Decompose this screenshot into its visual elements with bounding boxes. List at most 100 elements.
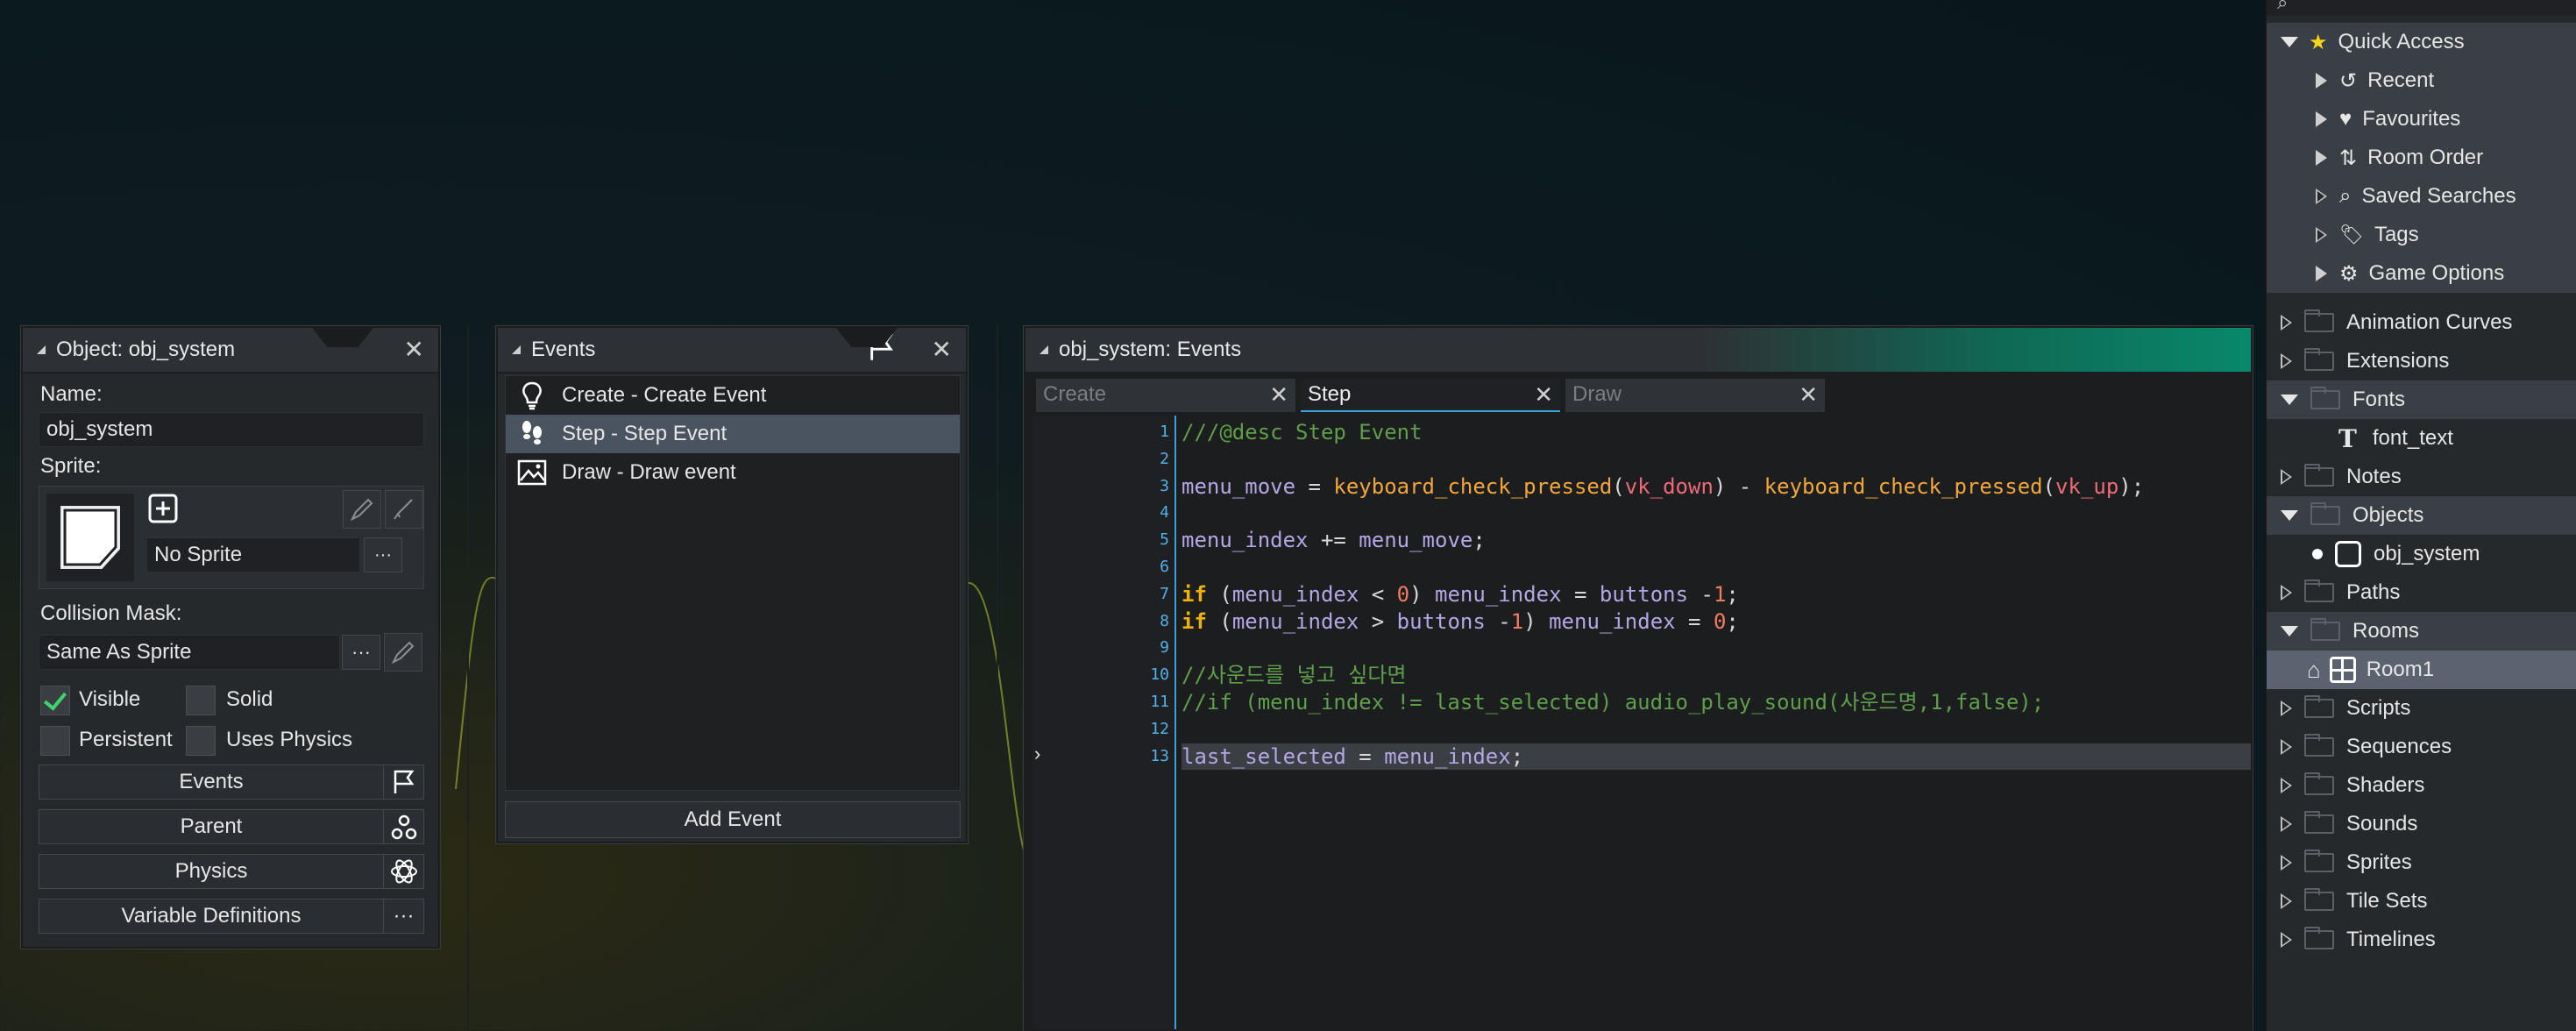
- event-list: Create - Create Event Step - Step Event …: [505, 375, 961, 791]
- code-text-area[interactable]: ///@desc Step Event menu_move = keyboard…: [1182, 416, 2251, 1029]
- close-icon[interactable]: ✕: [1534, 381, 1553, 409]
- tree-item-recent[interactable]: ↺ Recent: [2267, 61, 2576, 100]
- physics-button[interactable]: Physics: [39, 854, 424, 889]
- tab-label: Draw: [1572, 382, 1622, 406]
- tree-folder-scripts[interactable]: Scripts: [2267, 689, 2576, 728]
- paintbrush-icon: [394, 499, 413, 520]
- object-panel-title-bar[interactable]: Object: obj_system ✕: [23, 328, 438, 373]
- code-token: <: [1359, 581, 1397, 607]
- visible-checkbox[interactable]: [40, 686, 70, 715]
- code-token: keyboard_check_pressed: [1763, 473, 2043, 499]
- code-token: menu_index: [1384, 743, 1511, 769]
- tab-step[interactable]: Step ✕: [1301, 379, 1560, 412]
- parent-button[interactable]: Parent: [39, 809, 424, 844]
- tree-folder-sprites[interactable]: Sprites: [2267, 843, 2576, 882]
- add-event-label: Add Event: [684, 807, 782, 831]
- code-editor-title-bar[interactable]: obj_system: Events: [1025, 328, 2251, 373]
- tree-folder-shaders[interactable]: Shaders: [2267, 766, 2576, 805]
- close-icon[interactable]: ✕: [932, 338, 952, 362]
- name-field[interactable]: obj_system: [39, 412, 424, 447]
- add-event-button[interactable]: Add Event: [505, 801, 961, 838]
- tree-folder-fonts[interactable]: Fonts: [2267, 380, 2576, 419]
- code-token: 1: [1510, 608, 1524, 634]
- tree-item-obj-system[interactable]: obj_system: [2267, 535, 2576, 573]
- code-token: ///@desc Step Event: [1182, 420, 1423, 444]
- collision-mask-field[interactable]: Same As Sprite: [39, 635, 340, 670]
- object-panel: Object: obj_system ✕ Name: obj_system Sp…: [21, 326, 440, 949]
- sprite-browse-button[interactable]: ···: [364, 537, 402, 572]
- collapse-icon[interactable]: [37, 345, 46, 354]
- flag-icon: [383, 765, 423, 799]
- tree-item-saved-searches[interactable]: ⌕ Saved Searches: [2267, 177, 2576, 216]
- tree-label: Sounds: [2346, 812, 2418, 835]
- persistent-checkbox[interactable]: [40, 726, 70, 756]
- collapse-icon[interactable]: [512, 345, 521, 354]
- tab-create[interactable]: Create ✕: [1036, 379, 1295, 412]
- expand-icon: [2281, 700, 2292, 716]
- expand-icon: [2281, 778, 2292, 793]
- folder-icon: [2304, 464, 2334, 487]
- code-line: if (menu_index > buttons -1) menu_index …: [1182, 608, 2251, 636]
- tree-item-room1[interactable]: ⌂ Room1: [2267, 651, 2576, 689]
- variable-definitions-button[interactable]: Variable Definitions ···: [39, 899, 424, 934]
- tree-item-room-order[interactable]: ⇅ Room Order: [2267, 139, 2576, 177]
- close-icon[interactable]: ✕: [1799, 381, 1818, 409]
- uses-physics-checkbox[interactable]: [186, 726, 216, 756]
- search-input[interactable]: ⌕: [2267, 0, 2576, 16]
- sprite-field[interactable]: No Sprite: [146, 537, 360, 572]
- tree-folder-sequences[interactable]: Sequences: [2267, 728, 2576, 766]
- expand-icon: [2281, 816, 2292, 832]
- close-icon[interactable]: ✕: [404, 338, 424, 362]
- tree-label: Game Options: [2368, 261, 2505, 285]
- tree-quick-access[interactable]: ★ Quick Access: [2267, 23, 2576, 61]
- solid-checkbox[interactable]: [186, 686, 216, 715]
- collision-mask-browse-button[interactable]: ···: [342, 635, 380, 670]
- event-item-step[interactable]: Step - Step Event: [506, 415, 960, 453]
- tree-item-favourites[interactable]: ♥ Favourites: [2267, 100, 2576, 139]
- event-item-draw[interactable]: Draw - Draw event: [506, 453, 960, 492]
- atom-icon: [383, 855, 423, 888]
- tree-label: Rooms: [2352, 619, 2420, 643]
- lightbulb-icon: [514, 380, 550, 410]
- tab-draw[interactable]: Draw ✕: [1565, 379, 1825, 412]
- code-token: vk_down: [1624, 473, 1714, 499]
- collision-mask-value: Same As Sprite: [46, 640, 192, 664]
- code-token: 0: [1396, 581, 1410, 607]
- events-button[interactable]: Events: [39, 764, 424, 800]
- font-icon: T: [2338, 423, 2357, 453]
- event-item-create[interactable]: Create - Create Event: [506, 376, 960, 415]
- edit-sprite-alt-button[interactable]: [385, 490, 423, 529]
- sprite-preview[interactable]: [46, 494, 134, 581]
- code-token: >: [1359, 608, 1397, 634]
- tree-folder-timelines[interactable]: Timelines: [2267, 921, 2576, 959]
- tree-label: Recent: [2367, 68, 2435, 92]
- code-token: ;: [1510, 743, 1524, 769]
- solid-label: Solid: [226, 687, 273, 711]
- tab-label: Step: [1308, 382, 1352, 406]
- tree-item-game-options[interactable]: ⚙ Game Options: [2267, 254, 2576, 293]
- edit-sprite-button[interactable]: [343, 490, 381, 529]
- tree-folder-animation-curves[interactable]: Animation Curves: [2267, 303, 2576, 342]
- tree-folder-extensions[interactable]: Extensions: [2267, 342, 2576, 380]
- tree-folder-rooms[interactable]: Rooms: [2267, 612, 2576, 651]
- close-icon[interactable]: ✕: [1269, 381, 1288, 409]
- code-token: menu_index: [1182, 528, 1309, 553]
- code-token: (: [2042, 473, 2056, 499]
- collapse-icon[interactable]: [1040, 345, 1048, 354]
- tree-folder-tile-sets[interactable]: Tile Sets: [2267, 882, 2576, 921]
- line-number: 8: [1160, 611, 1169, 630]
- expand-icon: [2316, 188, 2327, 204]
- code-token: (: [1206, 581, 1232, 607]
- events-panel-title-bar[interactable]: Events ✕: [498, 328, 966, 373]
- tree-folder-sounds[interactable]: Sounds: [2267, 805, 2576, 843]
- tree-item-tags[interactable]: 🏷 Tags: [2267, 216, 2576, 254]
- search-icon: ⌕: [2339, 184, 2352, 208]
- collision-mask-edit-button[interactable]: [384, 633, 422, 672]
- tree-item-font-text[interactable]: T font_text: [2267, 419, 2576, 458]
- tree-folder-notes[interactable]: Notes: [2267, 458, 2576, 496]
- new-sprite-button[interactable]: [145, 490, 183, 529]
- code-token: =: [1675, 608, 1714, 634]
- tree-folder-objects[interactable]: Objects: [2267, 496, 2576, 535]
- tree-folder-paths[interactable]: Paths: [2267, 573, 2576, 612]
